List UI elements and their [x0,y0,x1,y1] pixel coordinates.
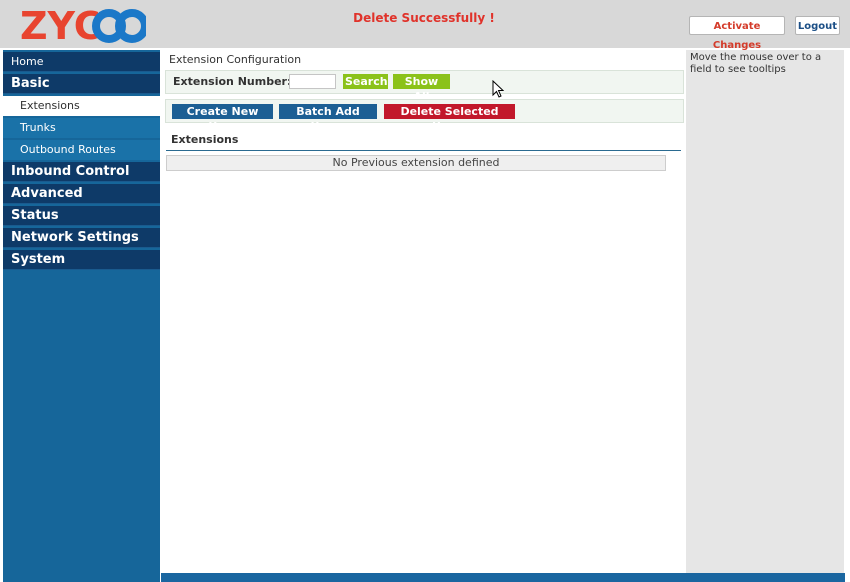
sidebar-item-home[interactable]: Home [3,52,160,72]
tooltip-text: Move the mouse over to a field to see to… [690,52,822,75]
sidebar-item-status[interactable]: Status [3,206,160,226]
delete-selected-users-button[interactable]: Delete Selected Users [384,104,515,133]
top-header: ZYCOO Delete Successfully ! Activate Cha… [0,0,850,51]
logout-button[interactable]: Logout [795,16,840,35]
sidebar-item-advanced[interactable]: Advanced [3,184,160,204]
extension-number-label: Extension Number: [173,75,292,88]
main-content: Extension Configuration Extension Number… [161,50,685,573]
sidebar-item-outbound-routes[interactable]: Outbound Routes [3,140,160,160]
sidebar-item-inbound-control[interactable]: Inbound Control [3,162,160,182]
sidebar-nav: Home Basic Extensions Trunks Outbound Ro… [3,50,160,582]
sidebar-item-trunks[interactable]: Trunks [3,118,160,138]
page-title: Extension Configuration [169,53,302,66]
extensions-header: Extensions [166,132,681,151]
create-new-user-button[interactable]: Create New User [172,104,273,133]
flash-message: Delete Successfully ! [353,11,495,25]
mouse-cursor-icon [492,80,504,98]
empty-extensions-row: No Previous extension defined [166,155,666,171]
search-panel: Extension Number: Search Show All [165,70,684,103]
batch-add-users-button[interactable]: Batch Add Users [279,104,377,133]
sidebar-item-system[interactable]: System [3,250,160,270]
tooltip-panel: Move the mouse over to a field to see to… [686,50,844,573]
search-button[interactable]: Search [343,74,388,89]
footer-bar [161,573,845,582]
sidebar-item-extensions[interactable]: Extensions [3,96,160,116]
extension-number-input[interactable] [289,74,336,89]
sidebar-item-network-settings[interactable]: Network Settings [3,228,160,248]
show-all-button[interactable]: Show All [393,74,450,103]
actions-panel: Create New User Batch Add Users Delete S… [165,99,684,133]
activate-changes-button[interactable]: Activate Changes [689,16,785,51]
sidebar-item-basic[interactable]: Basic [3,74,160,94]
extensions-heading: Extensions [171,133,239,146]
zycoo-logo: ZYCOO [20,4,146,46]
